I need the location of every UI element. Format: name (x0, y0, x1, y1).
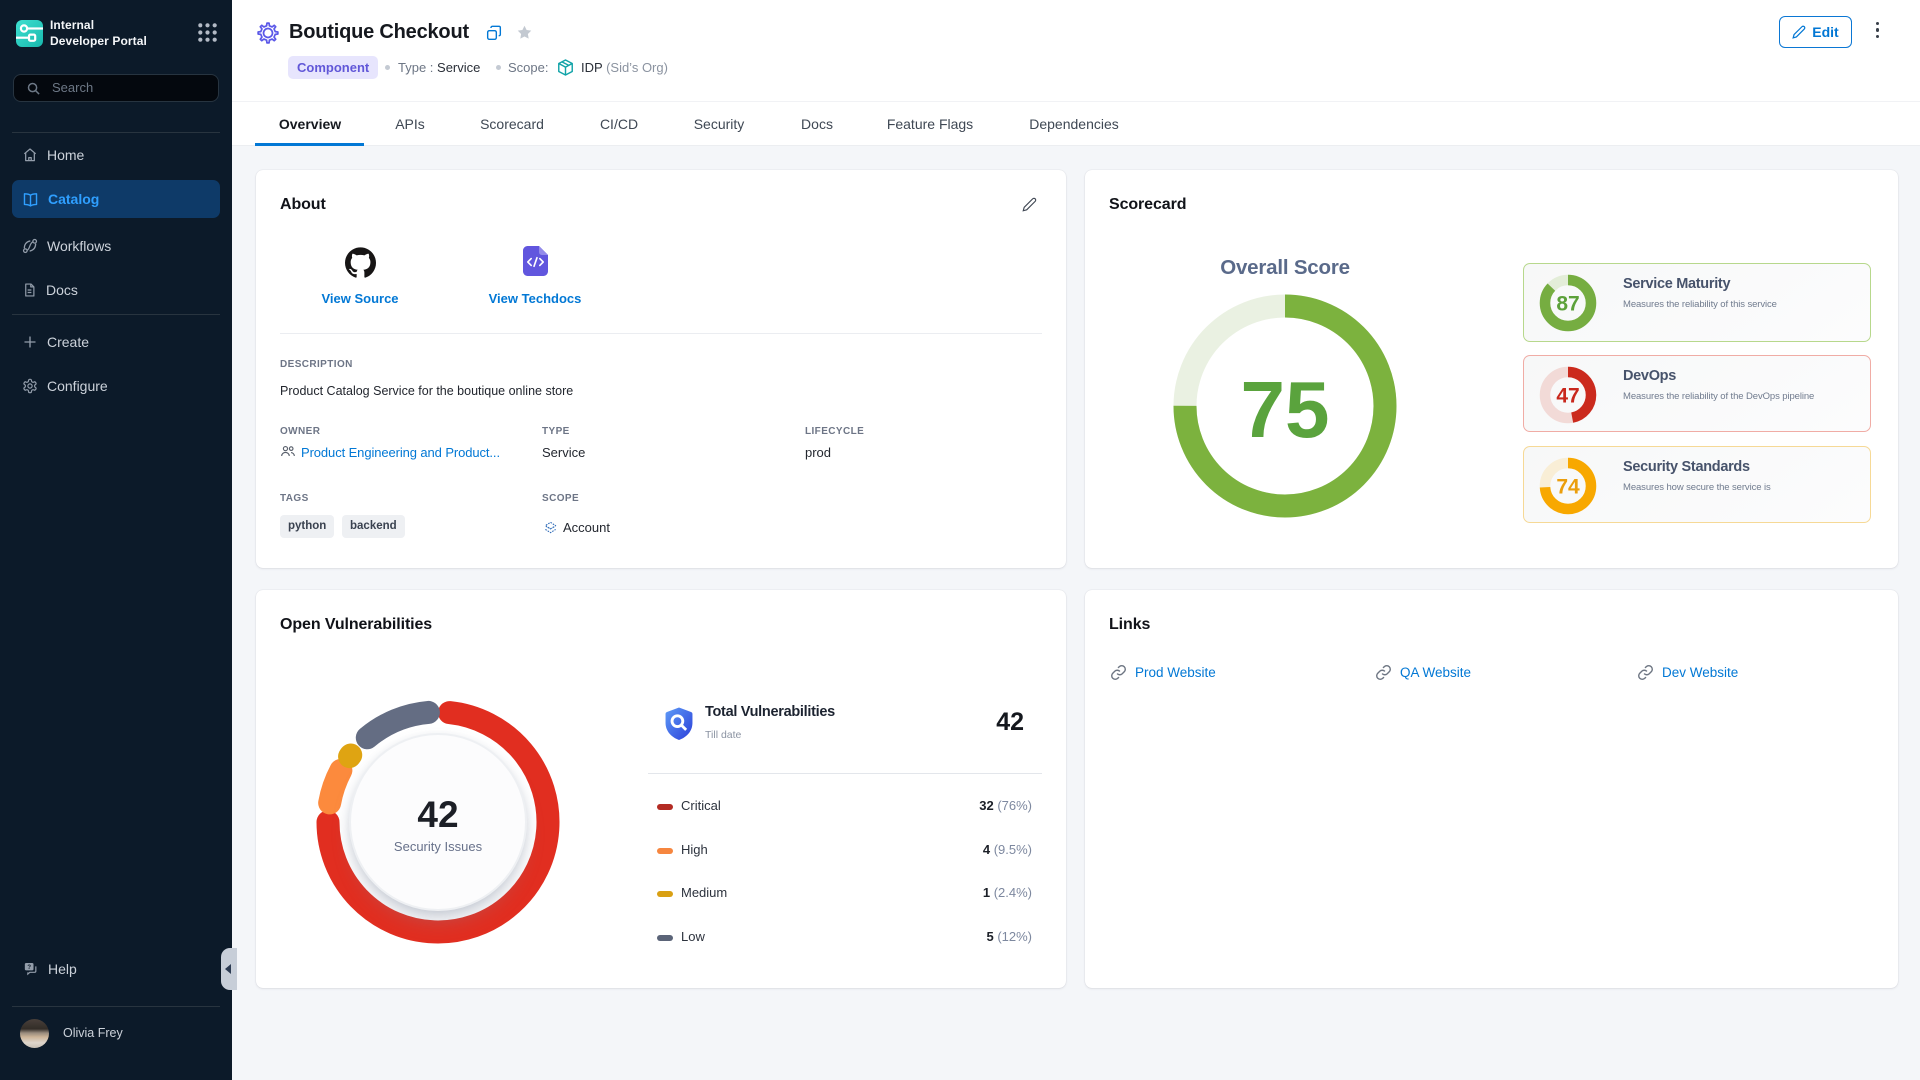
svg-text:87: 87 (1556, 293, 1579, 316)
svg-text:74: 74 (1556, 476, 1580, 499)
svg-text:47: 47 (1556, 385, 1579, 408)
svg-text:?: ? (27, 965, 31, 971)
